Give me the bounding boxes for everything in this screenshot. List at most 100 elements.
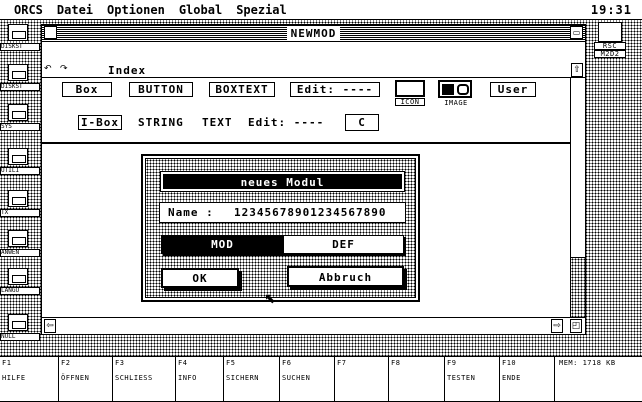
dialog-title: neues Modul	[160, 171, 405, 192]
horizontal-scrollbar[interactable]: ⇦ ⇨ ◰	[42, 317, 585, 334]
palette-button[interactable]: BUTTON	[129, 82, 193, 97]
mod-def-toggle: MOD DEF	[161, 235, 404, 254]
folder-icon[interactable]: SYS	[0, 102, 40, 134]
window-title-bar[interactable]: NEWMOD ▭	[42, 25, 585, 42]
menu-orcs[interactable]: ORCS	[14, 3, 43, 17]
palette-ibox[interactable]: I-Box	[78, 115, 122, 130]
fkey-label: ENDE	[502, 374, 521, 382]
trash-label: NULL	[0, 333, 40, 341]
name-label: Name :	[168, 206, 214, 219]
fkey-label: SCHLIESS	[115, 374, 153, 382]
rsc-label: RSC	[594, 42, 626, 50]
info-title: Index	[108, 64, 147, 77]
palette-box[interactable]: Box	[62, 82, 112, 97]
menu-datei[interactable]: Datei	[57, 3, 93, 17]
folder-label: SYS	[0, 123, 40, 131]
trash-icon[interactable]: NULL	[0, 312, 40, 344]
rsc-file-icon[interactable]: RSC M2D2	[588, 22, 638, 58]
fkey-label: SUCHEN	[282, 374, 311, 382]
vertical-scrollbar[interactable]	[570, 78, 585, 318]
menu-optionen[interactable]: Optionen	[107, 3, 165, 17]
name-field[interactable]: Name : 12345678901234567890	[159, 202, 406, 223]
fkey-f2[interactable]: F2 ÖFFNEN	[59, 357, 113, 401]
fkey-label: SICHERN	[226, 374, 260, 382]
fkey-label: INFO	[178, 374, 197, 382]
drive-label: DISKST	[0, 83, 40, 91]
fkey-f8[interactable]: F8	[389, 357, 445, 401]
desktop-sidebar: DISKST DISKST SYS UTILI TX ANWEN LANGU N…	[0, 22, 40, 350]
menu-spezial[interactable]: Spezial	[236, 3, 287, 17]
drive-icon[interactable]: DISKST	[0, 22, 40, 54]
palette-string[interactable]: STRING	[138, 116, 184, 129]
file-icon	[598, 22, 622, 42]
palette-edit-2[interactable]: Edit: ----	[248, 116, 324, 129]
fkey-f1[interactable]: F1 HILFE	[0, 357, 59, 401]
palette-user[interactable]: User	[490, 82, 536, 97]
rsc-sublabel: M2D2	[594, 50, 626, 58]
window-title: NEWMOD	[286, 26, 341, 40]
mouse-pointer-icon: ⬉	[264, 291, 276, 307]
fkey-f3[interactable]: F3 SCHLIESS	[113, 357, 176, 401]
folder-label: ANWEN	[0, 249, 40, 257]
folder-icon[interactable]: UTILI	[0, 146, 40, 178]
new-module-dialog: neues Modul Name : 12345678901234567890 …	[141, 154, 420, 302]
function-key-bar: F1 HILFE F2 ÖFFNEN F3 SCHLIESS F4 INFO F5 SIC…	[0, 356, 642, 402]
fkey-number: F7	[337, 359, 347, 367]
fkey-f10[interactable]: F10 ENDE	[500, 357, 555, 401]
scroll-left-icon[interactable]: ⇦	[44, 319, 56, 333]
image-label: IMAGE	[444, 99, 468, 107]
folder-icon[interactable]: ANWEN	[0, 228, 40, 260]
fkey-f4[interactable]: F4 INFO	[176, 357, 224, 401]
image-preview	[438, 80, 472, 98]
fuller-box-icon[interactable]: ▭	[570, 26, 583, 39]
undo-arrow-icon[interactable]: ↶	[44, 64, 52, 74]
palette-edit[interactable]: Edit: ----	[290, 82, 380, 97]
object-palette: Box BUTTON BOXTEXT Edit: ---- ICON IMAGE…	[42, 79, 570, 144]
info-line: ↶ ↷ Index ⇧	[42, 63, 585, 78]
memory-display: MEM: 1718 KB	[555, 357, 642, 401]
scroll-thumb[interactable]	[571, 78, 585, 258]
clock: 19:31	[590, 2, 632, 17]
fkey-label: HILFE	[2, 374, 26, 382]
fkey-f5[interactable]: F5 SICHERN	[224, 357, 280, 401]
menu-bar: ORCS Datei Optionen Global Spezial 19:31	[0, 0, 642, 20]
folder-label: TX	[0, 209, 40, 217]
scroll-up-icon[interactable]: ⇧	[571, 63, 583, 77]
palette-c[interactable]: C	[345, 114, 379, 131]
redo-arrow-icon[interactable]: ↷	[60, 64, 68, 74]
fkey-number: F2	[61, 359, 71, 367]
fkey-number: F10	[502, 359, 517, 367]
fkey-number: F4	[178, 359, 188, 367]
folder-icon[interactable]: TX	[0, 188, 40, 220]
drive-label: DISKST	[0, 43, 40, 51]
folder-label: UTILI	[0, 167, 40, 175]
folder-label: LANGU	[0, 287, 40, 295]
icon-label: ICON	[395, 98, 425, 106]
fkey-label: TESTEN	[447, 374, 476, 382]
menu-global[interactable]: Global	[179, 3, 222, 17]
fkey-f7[interactable]: F7	[335, 357, 389, 401]
fkey-number: F5	[226, 359, 236, 367]
size-box-icon[interactable]: ◰	[570, 319, 582, 333]
icon-preview	[395, 80, 425, 97]
palette-text[interactable]: TEXT	[202, 116, 233, 129]
name-value: 12345678901234567890	[234, 206, 387, 219]
close-box-icon[interactable]	[44, 26, 57, 39]
drive-icon[interactable]: DISKST	[0, 62, 40, 94]
palette-boxtext[interactable]: BOXTEXT	[209, 82, 275, 97]
scroll-right-icon[interactable]: ⇨	[551, 319, 563, 333]
fkey-number: F8	[391, 359, 401, 367]
cancel-button[interactable]: Abbruch	[287, 266, 404, 287]
memory-text: MEM: 1718 KB	[559, 359, 616, 367]
def-option[interactable]: DEF	[283, 236, 403, 253]
fkey-number: F9	[447, 359, 457, 367]
palette-image[interactable]: IMAGE	[434, 80, 478, 107]
fkey-f6[interactable]: F6 SUCHEN	[280, 357, 335, 401]
mod-option[interactable]: MOD	[162, 236, 283, 253]
folder-icon[interactable]: LANGU	[0, 266, 40, 298]
palette-icon[interactable]: ICON	[391, 80, 431, 106]
ok-button[interactable]: OK	[161, 268, 239, 288]
fkey-number: F3	[115, 359, 125, 367]
fkey-number: F6	[282, 359, 292, 367]
fkey-f9[interactable]: F9 TESTEN	[445, 357, 500, 401]
